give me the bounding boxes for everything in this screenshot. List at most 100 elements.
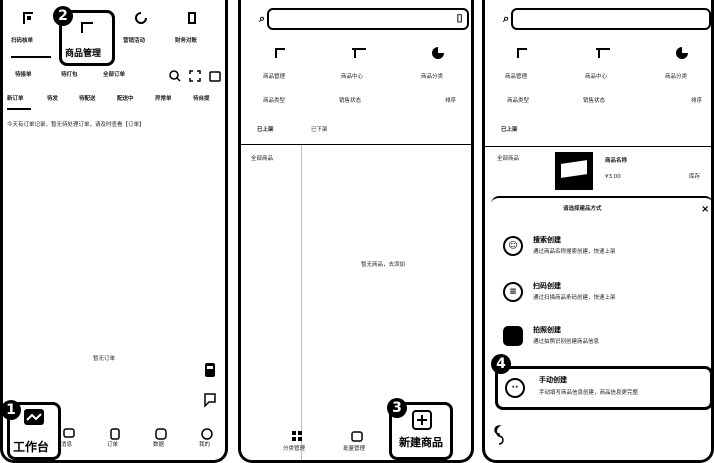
search-bar[interactable]: ⌕ ⌷ xyxy=(259,8,469,30)
marketing-label: 营销活动 xyxy=(123,38,146,44)
option-scan-title: 扫码创建 xyxy=(533,282,561,290)
scan-order-item[interactable]: 扫码核单 xyxy=(11,8,51,48)
option-search-create[interactable]: ☺ 搜索创建 通过商品名称搜索创建，快速上架 xyxy=(499,232,709,266)
option-photo-title: 拍照创建 xyxy=(533,326,561,334)
order-tab-pending[interactable]: 待接单 xyxy=(15,72,32,79)
mine-icon xyxy=(201,428,213,440)
order-tab-all[interactable]: 全部订单 xyxy=(103,72,125,79)
filter-type[interactable]: 商品类型 xyxy=(263,98,285,105)
category-header[interactable]: 全部商品 xyxy=(497,156,519,163)
nav-mine-label: 我的 xyxy=(199,442,211,448)
data-icon xyxy=(155,428,167,440)
product-name: 商品名称 xyxy=(605,158,628,164)
product-list-panel: ⌕ ⌷ 商品管理 商品中心 商品分类 商品类型 销售状态 排序 已上架 已下架 … xyxy=(238,0,474,463)
active-tab-underline xyxy=(11,56,51,58)
center-item[interactable]: 商品中心 xyxy=(581,46,631,86)
order-icon xyxy=(110,428,120,440)
finance-label: 财务对账 xyxy=(175,38,198,44)
search-icon[interactable] xyxy=(169,70,181,82)
nav-batch-manage[interactable]: 批量管理 xyxy=(343,428,373,458)
status-tab-ship[interactable]: 待发 xyxy=(47,96,58,103)
scan-order-label: 扫码核单 xyxy=(11,38,34,44)
step-badge-1: 1 xyxy=(3,400,21,420)
sub-tab-on-shelf[interactable]: 已上架 xyxy=(257,127,274,134)
batch-manage-label: 批量管理 xyxy=(343,446,366,452)
option-scan-desc: 通过扫描商品条码创建，快速上架 xyxy=(533,295,616,301)
search-bar[interactable]: ⌕ xyxy=(503,8,711,30)
side-chat-icon[interactable] xyxy=(493,424,505,446)
category-label: 商品分类 xyxy=(665,74,688,80)
scan-icon[interactable] xyxy=(189,70,201,82)
marketing-item[interactable]: 营销活动 xyxy=(121,8,165,48)
option-photo-create[interactable]: 拍照创建 通过拍照识别创建商品信息 xyxy=(499,322,709,356)
center-icon xyxy=(352,48,366,58)
product-card[interactable]: 商品名称 ¥3.00 库存 xyxy=(555,150,711,194)
content-divider xyxy=(485,146,711,147)
center-label: 商品中心 xyxy=(341,74,364,80)
order-notice: 今天有订单记录，暂无待处理订单，请及时查看【订单】 xyxy=(7,122,145,128)
step-badge-3: 3 xyxy=(387,398,407,418)
status-active-underline xyxy=(7,108,31,110)
status-tab-await-delivery[interactable]: 待配送 xyxy=(79,96,96,103)
message-icon xyxy=(63,428,75,438)
search-icon: ⌕ xyxy=(259,12,266,25)
option-search-title: 搜索创建 xyxy=(533,236,561,244)
sub-tab-on-shelf[interactable]: 已上架 xyxy=(501,127,518,134)
status-tab-new[interactable]: 新订单 xyxy=(7,96,24,103)
order-tab-packing[interactable]: 待打包 xyxy=(61,72,78,79)
status-tabs: 新订单 待发 待配送 配送中 异常单 待自提 xyxy=(7,96,225,110)
nav-message[interactable]: 消息 xyxy=(59,426,79,456)
nav-mine[interactable]: 我的 xyxy=(197,426,217,456)
category-manage-label: 分类管理 xyxy=(283,446,306,452)
category-header[interactable]: 全部商品 xyxy=(251,156,273,163)
option-scan-create[interactable]: ≡ 扫码创建 通过扫描商品条码创建，快速上架 xyxy=(499,278,709,312)
sub-tab-off-shelf[interactable]: 已下架 xyxy=(311,127,328,134)
empty-orders-text: 暂无订单 xyxy=(93,356,116,362)
side-scan-icon[interactable] xyxy=(203,362,217,378)
product-label: 商品管理 xyxy=(263,74,286,80)
create-method-sheet: 请选择建品方式 × ☺ 搜索创建 通过商品名称搜索创建，快速上架 ≡ 扫码创建 … xyxy=(491,196,711,460)
product-icon xyxy=(517,48,527,58)
status-tab-pickup[interactable]: 待自提 xyxy=(193,96,210,103)
status-tab-abnormal[interactable]: 异常单 xyxy=(155,96,172,103)
filter-sort[interactable]: 排序 xyxy=(445,98,456,105)
nav-data[interactable]: 数据 xyxy=(151,426,171,456)
category-label: 商品分类 xyxy=(421,74,444,80)
filter-status[interactable]: 销售状态 xyxy=(339,98,361,105)
close-icon[interactable]: × xyxy=(701,204,709,215)
center-item[interactable]: 商品中心 xyxy=(337,46,387,86)
side-chat-icon[interactable] xyxy=(203,392,217,408)
product-item[interactable]: 商品管理 xyxy=(501,46,551,86)
finance-icon xyxy=(188,12,196,24)
nav-order[interactable]: 订单 xyxy=(105,426,125,456)
product-item[interactable]: 商品管理 xyxy=(259,46,309,86)
step-badge-4: 4 xyxy=(491,354,511,374)
empty-products-text: 暂无商品，去添加 xyxy=(361,262,406,268)
step-badge-2: 2 xyxy=(53,6,73,26)
scan-code-icon[interactable]: ⌷ xyxy=(456,12,463,26)
sheet-title: 请选择建品方式 xyxy=(563,206,602,212)
filter-type[interactable]: 商品类型 xyxy=(507,98,529,105)
status-tab-delivering[interactable]: 配送中 xyxy=(117,96,134,103)
nav-category-manage[interactable]: 分类管理 xyxy=(283,428,313,458)
category-item[interactable]: 商品分类 xyxy=(661,46,711,86)
category-manage-icon xyxy=(292,431,302,441)
option-photo-desc: 通过拍照识别创建商品信息 xyxy=(533,339,600,345)
product-label: 商品管理 xyxy=(505,74,528,80)
category-item[interactable]: 商品分类 xyxy=(417,46,467,86)
calendar-icon[interactable] xyxy=(209,70,221,82)
filter-sort[interactable]: 排序 xyxy=(691,98,702,105)
scan-order-icon xyxy=(23,12,33,24)
finance-item[interactable]: 财务对账 xyxy=(173,8,219,48)
product-stock: 库存 xyxy=(689,174,701,180)
marketing-icon xyxy=(135,12,147,24)
nav-order-label: 订单 xyxy=(107,442,119,448)
search-create-icon: ☺ xyxy=(503,236,523,256)
batch-manage-icon xyxy=(351,431,363,442)
category-sidebar xyxy=(241,145,302,460)
category-icon xyxy=(432,47,444,59)
filter-status[interactable]: 销售状态 xyxy=(583,98,605,105)
workbench-panel: 扫码核单 商品管理 2 营销活动 财务对账 待接单 待打包 全部订单 新订单 待… xyxy=(0,0,228,463)
product-thumbnail xyxy=(555,152,593,190)
search-icon: ⌕ xyxy=(503,12,510,25)
